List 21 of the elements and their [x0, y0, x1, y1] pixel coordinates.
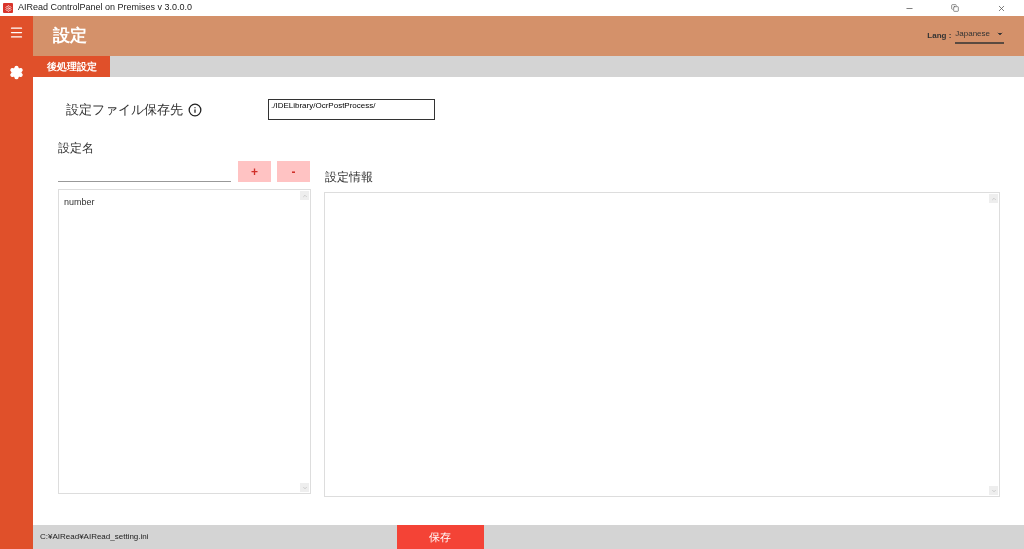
language-dropdown[interactable]: Japanese: [955, 28, 1004, 44]
save-path-label: 設定ファイル保存先: [66, 100, 183, 119]
setting-name-label: 設定名: [58, 140, 95, 157]
menu-icon[interactable]: [9, 25, 24, 40]
page-title: 設定: [53, 25, 87, 48]
window-title: AIRead ControlPanel on Premises v 3.0.0.0: [18, 1, 193, 15]
tab[interactable]: 後処理設定: [33, 56, 110, 77]
close-icon[interactable]: [996, 3, 1006, 13]
setting-list-item[interactable]: number: [64, 196, 95, 210]
settings-icon[interactable]: [9, 65, 24, 80]
restore-icon[interactable]: [951, 4, 959, 12]
save-path-field[interactable]: ./IDELibrary/OcrPostProcess/: [268, 99, 435, 120]
add-button[interactable]: +: [238, 161, 271, 182]
lang-label: Lang :: [927, 30, 952, 42]
save-button[interactable]: 保存: [396, 525, 484, 549]
remove-button[interactable]: -: [277, 161, 310, 182]
info-icon: [188, 102, 202, 117]
setting-info-label: 設定情報: [325, 169, 374, 186]
settings-file-path: C:¥AIRead¥AIRead_setting.ini: [40, 531, 149, 543]
app-logo-icon: [3, 3, 13, 13]
caret-icon: [996, 30, 1004, 38]
